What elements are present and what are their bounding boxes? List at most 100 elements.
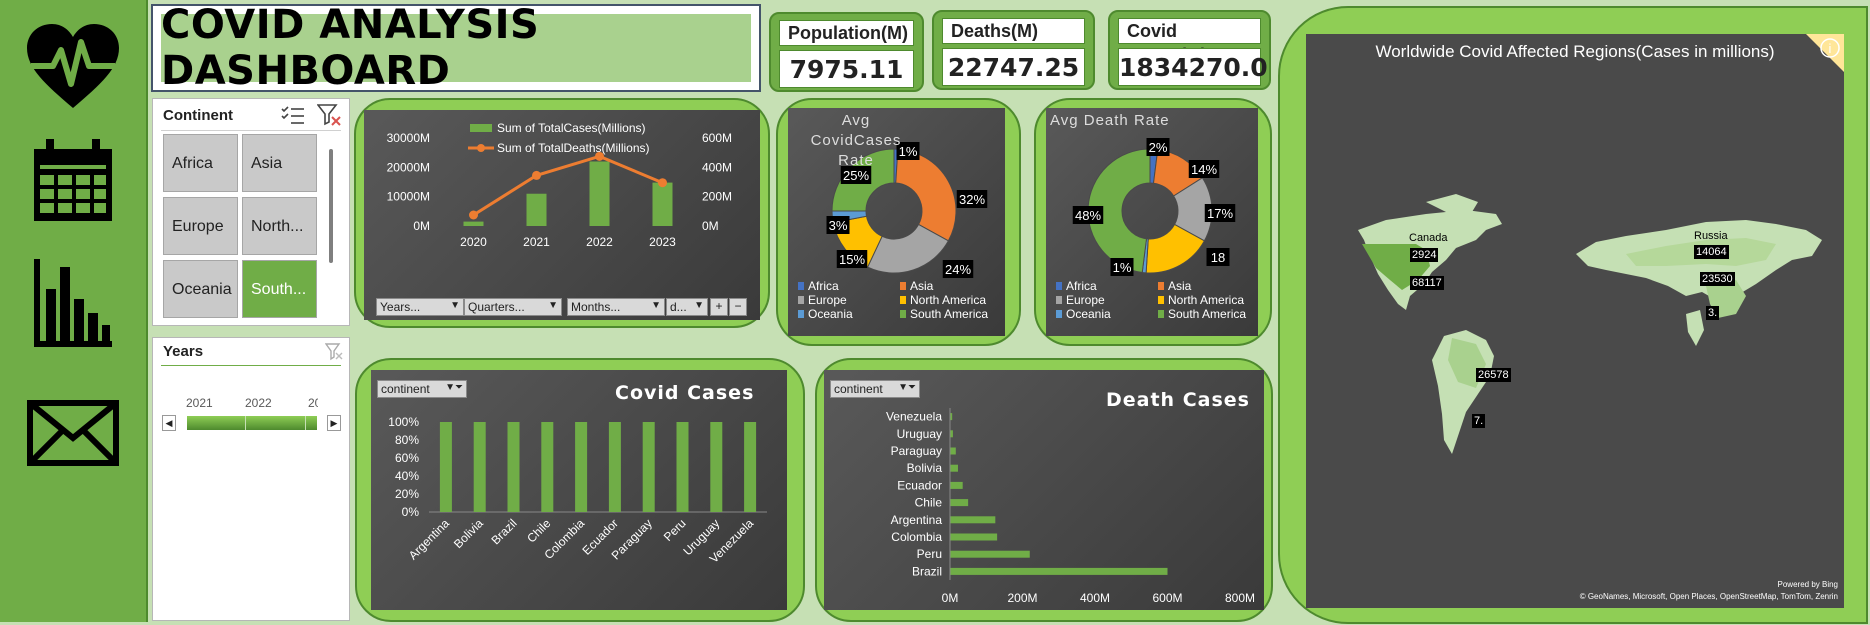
point-total-deaths [469,210,478,220]
slicer-item-north-america[interactable]: North... [242,197,317,255]
bar-covid-cases [676,422,689,512]
bar-covid-cases [439,422,452,512]
trend-chart: Sum of TotalCases(Millions) Sum of Total… [364,110,760,320]
y-tick-label: Colombia [891,530,942,544]
legend-label: Oceania [808,307,853,321]
timeline-scroll-right[interactable]: ▶ [327,415,341,431]
slicer-item-asia[interactable]: Asia [242,134,317,192]
legend-label: North America [910,293,986,307]
years-slicer-title: Years [163,343,204,360]
region-india [1686,310,1704,346]
bar-death-cases [950,447,956,455]
map-label-usa: 68117 [1410,276,1444,290]
map-powered-by: Powered by Bing [1777,580,1838,589]
icon-sidebar [0,0,148,622]
timeline-bar[interactable] [187,416,317,430]
map-area[interactable]: Worldwide Covid Affected Regions(Cases i… [1306,34,1844,608]
donut-label: 24% [945,262,971,277]
timeline-scroll-left[interactable]: ◀ [162,415,176,431]
slicer-item-oceania[interactable]: Oceania [163,260,238,318]
map-label-argentina: 7. [1472,414,1486,428]
legend-swatch [1056,282,1062,290]
bar-covid-cases [608,422,621,512]
mail-icon[interactable] [24,384,122,482]
bar-covid-cases [642,422,655,512]
y-tick-label: 0M [413,219,430,233]
clear-filter-icon[interactable] [316,104,341,131]
legend-label: North America [1168,293,1244,307]
kpi-deaths-value: 22747.25 [942,48,1085,86]
donut-label: 32% [959,192,985,207]
timeline-label-2021: 2021 [186,396,213,410]
years-slicer: Years 2021 2022 20 ◀ ▶ [152,337,350,621]
continent-slicer-title: Continent [163,107,233,124]
heart-pulse-icon[interactable] [24,18,122,116]
x-tick-label: 2021 [523,235,550,249]
legend-cases-label: Sum of TotalCases(Millions) [497,121,646,135]
bar-total-cases [463,221,484,226]
filter-days-dropdown[interactable]: d... ▼ [666,298,708,316]
legend-label: South America [1168,307,1246,321]
continent-slicer: Continent Africa Asia Europe North... Oc… [152,98,350,326]
kpi-population-value: 7975.11 [779,50,914,88]
legend-swatch [1158,282,1164,290]
x-tick-label: Brazil [488,516,519,547]
filter-months-dropdown[interactable]: Months... ▼ [567,298,665,316]
y-tick-label: Ecuador [897,478,942,492]
death-rate-title: Avg Death Rate [1050,112,1170,129]
kpi-cases-value: 1834270.0 [1118,48,1268,86]
x-tick-label: 0M [942,591,959,605]
bar-covid-cases [575,422,588,512]
bar-covid-cases [507,422,520,512]
bar-total-cases [589,161,610,226]
legend-swatch [900,282,906,290]
y-tick-label: 20% [395,487,419,501]
kpi-population-label: Population(M) [779,20,914,46]
slicer-scrollbar[interactable] [329,149,333,263]
map-label-russia: 14064 [1694,245,1729,259]
x-tick-label: 2022 [586,235,613,249]
x-tick-label: Bolivia [451,516,486,551]
bar-covid-cases [473,422,486,512]
x-tick-label: 800M [1225,591,1255,605]
bar-death-cases [950,499,969,507]
legend-swatch [798,296,804,304]
legend-deaths-label: Sum of TotalDeaths(Millions) [497,141,650,155]
bar-death-cases [950,567,1168,575]
donut-label: 18 [1211,250,1225,265]
slicer-item-south-america[interactable]: South... [242,260,317,318]
legend-swatch [1056,310,1062,318]
donut-label: 14% [1191,162,1217,177]
multi-select-icon[interactable] [281,105,305,130]
map-label-brazil: 26578 [1476,368,1511,382]
y-tick-label: Brazil [912,564,942,578]
y-tick-label: 0% [402,505,420,519]
point-total-deaths [595,151,604,161]
filter-quarters-dropdown[interactable]: Quarters... ▼ [464,298,562,316]
title-panel: COVID ANALYSIS DASHBOARD [151,2,761,94]
clear-filter-icon[interactable] [324,343,343,366]
death-rate-chart: 2% 14% 17% 18 1% 48% Africa Asia Europe North Ame… [1046,108,1258,336]
bar-chart-icon[interactable] [24,255,122,353]
dashboard-title: COVID ANALYSIS DASHBOARD [161,2,540,94]
bar-death-cases [950,533,998,541]
legend-swatch [1158,296,1164,304]
filter-years-dropdown[interactable]: Years... ▼ [376,298,464,316]
map-label-india: 3. [1706,306,1720,320]
continent-filter-button[interactable]: continent ▼⏷ [830,380,920,398]
y-tick-label: Paraguay [891,444,942,458]
y-tick-label: 60% [395,451,419,465]
slicer-item-europe[interactable]: Europe [163,197,238,255]
slicer-item-africa[interactable]: Africa [163,134,238,192]
y-tick-label: Uruguay [897,427,942,441]
calendar-icon[interactable] [24,132,122,230]
legend-swatch [798,282,804,290]
legend-label: Europe [1066,293,1105,307]
kpi-cases-label: Covid Cases(M) [1118,18,1261,65]
continent-filter-button[interactable]: continent ▼⏷ [377,380,467,398]
bar-covid-cases [710,422,723,512]
collapse-button[interactable]: − [729,298,747,316]
bar-death-cases [950,516,996,524]
map-label-china: 23530 [1700,272,1735,286]
expand-button[interactable]: + [710,298,728,316]
